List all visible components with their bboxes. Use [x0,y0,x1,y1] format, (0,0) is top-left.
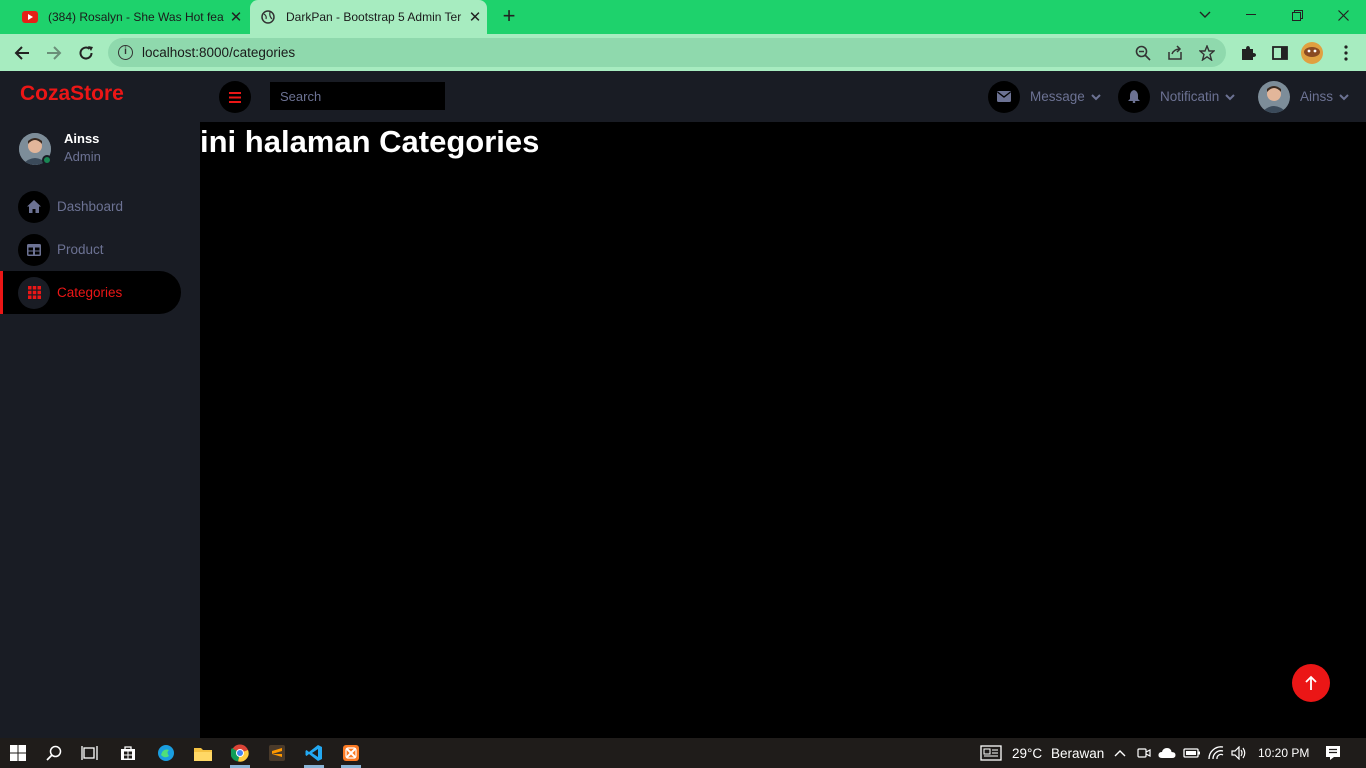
message-label: Message [1030,89,1085,104]
windows-taskbar: 29°C Berawan 10:20 PM [0,738,1366,768]
close-tab-icon[interactable]: ✕ [224,8,248,26]
file-explorer-icon[interactable] [192,742,214,764]
online-status-dot [42,155,52,165]
sidebar-item-dashboard[interactable]: Dashboard [0,185,181,228]
tab-title: (384) Rosalyn - She Was Hot feat [48,10,224,24]
profile-avatar-icon[interactable] [1301,42,1323,64]
share-icon[interactable] [1166,44,1184,62]
sidebar-item-label: Product [57,242,104,257]
close-tab-icon[interactable]: ✕ [463,8,487,26]
top-navbar: Message Notificatin Ainss [200,71,1366,122]
volume-icon[interactable] [1228,742,1250,764]
browser-menu-icon[interactable] [1335,42,1357,64]
sidebar-item-product[interactable]: Product [0,228,181,271]
sidebar-user-role: Admin [64,149,101,164]
browser-tab-active[interactable]: DarkPan - Bootstrap 5 Admin Ter ✕ [250,0,487,34]
zoom-icon[interactable] [1134,44,1152,62]
xampp-icon[interactable] [340,742,362,764]
bookmark-star-icon[interactable] [1198,44,1216,62]
battery-icon[interactable] [1181,742,1203,764]
tab-title: DarkPan - Bootstrap 5 Admin Ter [286,10,462,24]
brand-logo[interactable]: CozaStore [20,82,124,106]
site-info-icon[interactable]: i [118,45,133,60]
back-arrow-icon[interactable] [9,40,35,66]
sidebar-item-label: Categories [57,285,123,300]
restore-button[interactable] [1274,0,1320,30]
sidebar-item-label: Dashboard [57,199,124,214]
extensions-puzzle-icon[interactable] [1237,42,1259,64]
back-to-top-button[interactable] [1292,664,1330,702]
notification-label: Notificatin [1160,89,1220,104]
weather-temperature[interactable]: 29°C [1012,746,1042,761]
chevron-down-icon [1225,88,1235,106]
message-dropdown[interactable]: Message [988,80,1101,113]
globe-icon [260,9,276,25]
close-window-button[interactable] [1320,0,1366,30]
youtube-icon [22,9,38,25]
url-text: localhost:8000/categories [142,45,296,60]
notification-center-icon[interactable] [1322,742,1344,764]
reload-icon[interactable] [73,40,99,66]
onedrive-cloud-icon[interactable] [1156,742,1178,764]
tab-search-icon[interactable] [1182,0,1228,30]
edge-icon[interactable] [155,742,177,764]
sidebar-user-name: Ainss [64,131,100,146]
vscode-icon[interactable] [303,742,325,764]
chevron-up-icon[interactable] [1109,742,1131,764]
search-input[interactable] [270,82,445,110]
envelope-icon [988,80,1020,113]
windows-start-icon[interactable] [7,742,29,764]
wifi-icon[interactable] [1205,742,1227,764]
search-icon[interactable] [43,742,65,764]
sidebar: CozaStore Ainss Admin Dashboard Product … [0,71,200,738]
side-panel-icon[interactable] [1269,42,1291,64]
home-icon [18,190,50,223]
chrome-icon[interactable] [229,742,251,764]
page-title: ini halaman Categories [200,124,540,159]
browser-toolbar: i localhost:8000/categories [0,34,1366,71]
profile-name-label: Ainss [1300,89,1334,104]
browser-tab[interactable]: (384) Rosalyn - She Was Hot feat ✕ [8,0,248,34]
task-view-icon[interactable] [79,742,101,764]
forward-arrow-icon[interactable] [41,40,67,66]
new-tab-button[interactable]: + [497,5,521,28]
table-icon [18,233,50,266]
sidebar-toggle-button[interactable] [219,81,251,113]
meet-now-icon[interactable] [1133,742,1155,764]
notification-dropdown[interactable]: Notificatin [1118,80,1235,113]
grid-icon [18,276,50,309]
chevron-down-icon [1091,88,1101,106]
system-clock[interactable]: 10:20 PM [1258,746,1309,760]
store-icon[interactable] [117,742,139,764]
profile-dropdown[interactable]: Ainss [1258,80,1349,113]
browser-tab-strip: (384) Rosalyn - She Was Hot feat ✕ DarkP… [0,0,1366,34]
chevron-down-icon [1339,88,1349,106]
sidebar-item-categories[interactable]: Categories [0,271,181,314]
address-bar[interactable]: i localhost:8000/categories [108,38,1226,67]
avatar [1258,80,1290,113]
minimize-button[interactable] [1228,0,1274,30]
sublime-text-icon[interactable] [266,742,288,764]
weather-icon[interactable] [980,742,1002,764]
weather-condition[interactable]: Berawan [1051,746,1104,761]
bell-icon [1118,80,1150,113]
